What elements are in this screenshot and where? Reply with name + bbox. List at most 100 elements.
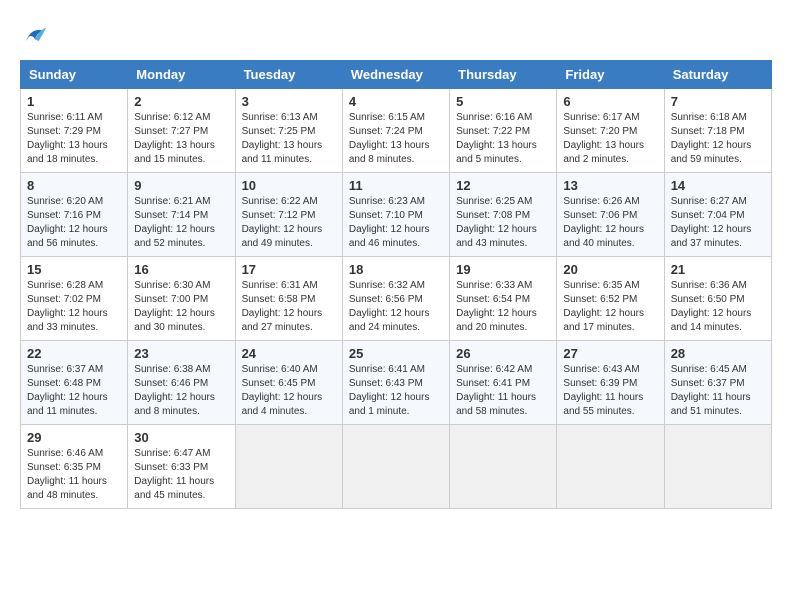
day-number: 24	[242, 346, 336, 361]
day-info: Sunrise: 6:18 AMSunset: 7:18 PMDaylight:…	[671, 111, 765, 167]
page-header	[20, 20, 772, 50]
day-number: 8	[27, 178, 121, 193]
calendar-cell: 2Sunrise: 6:12 AMSunset: 7:27 PMDaylight…	[128, 89, 235, 173]
day-number: 30	[134, 430, 228, 445]
day-number: 5	[456, 94, 550, 109]
calendar-cell	[664, 425, 771, 509]
day-number: 20	[563, 262, 657, 277]
day-number: 10	[242, 178, 336, 193]
day-info: Sunrise: 6:47 AMSunset: 6:33 PMDaylight:…	[134, 447, 228, 503]
day-info: Sunrise: 6:41 AMSunset: 6:43 PMDaylight:…	[349, 363, 443, 419]
day-number: 6	[563, 94, 657, 109]
calendar-cell: 10 Sunrise: 6:22 AMSunset: 7:12 PMDayligh…	[235, 173, 342, 257]
day-info: Sunrise: 6:26 AMSunset: 7:06 PMDaylight:…	[563, 195, 657, 251]
day-info: Sunrise: 6:21 AMSunset: 7:14 PMDaylight:…	[134, 195, 228, 251]
calendar-cell: 3 Sunrise: 6:13 AMSunset: 7:25 PMDaylight…	[235, 89, 342, 173]
logo-icon	[20, 20, 50, 50]
calendar-header-row: SundayMondayTuesdayWednesdayThursdayFrid…	[21, 61, 772, 89]
day-info: Sunrise: 6:42 AMSunset: 6:41 PMDaylight:…	[456, 363, 550, 419]
calendar-cell: 9Sunrise: 6:21 AMSunset: 7:14 PMDaylight…	[128, 173, 235, 257]
header-saturday: Saturday	[664, 61, 771, 89]
day-info: Sunrise: 6:25 AMSunset: 7:08 PMDaylight:…	[456, 195, 550, 251]
calendar-cell: 27 Sunrise: 6:43 AMSunset: 6:39 PMDayligh…	[557, 341, 664, 425]
day-number: 1	[27, 94, 121, 109]
day-number: 23	[134, 346, 228, 361]
day-info: Sunrise: 6:23 AMSunset: 7:10 PMDaylight:…	[349, 195, 443, 251]
calendar-cell: 5 Sunrise: 6:16 AMSunset: 7:22 PMDaylight…	[450, 89, 557, 173]
week-row-1: 1 Sunrise: 6:11 AMSunset: 7:29 PMDaylight…	[21, 89, 772, 173]
calendar-cell: 13 Sunrise: 6:26 AMSunset: 7:06 PMDayligh…	[557, 173, 664, 257]
calendar-cell: 1 Sunrise: 6:11 AMSunset: 7:29 PMDaylight…	[21, 89, 128, 173]
day-number: 21	[671, 262, 765, 277]
day-info: Sunrise: 6:45 AMSunset: 6:37 PMDaylight:…	[671, 363, 765, 419]
calendar-cell: 11 Sunrise: 6:23 AMSunset: 7:10 PMDayligh…	[342, 173, 449, 257]
day-info: Sunrise: 6:36 AMSunset: 6:50 PMDaylight:…	[671, 279, 765, 335]
day-info: Sunrise: 6:32 AMSunset: 6:56 PMDaylight:…	[349, 279, 443, 335]
calendar-cell: 22 Sunrise: 6:37 AMSunset: 6:48 PMDayligh…	[21, 341, 128, 425]
calendar-cell: 20 Sunrise: 6:35 AMSunset: 6:52 PMDayligh…	[557, 257, 664, 341]
calendar-cell: 12Sunrise: 6:25 AMSunset: 7:08 PMDayligh…	[450, 173, 557, 257]
calendar-cell: 15 Sunrise: 6:28 AMSunset: 7:02 PMDayligh…	[21, 257, 128, 341]
day-info: Sunrise: 6:40 AMSunset: 6:45 PMDaylight:…	[242, 363, 336, 419]
day-number: 3	[242, 94, 336, 109]
calendar-cell: 21 Sunrise: 6:36 AMSunset: 6:50 PMDayligh…	[664, 257, 771, 341]
day-number: 27	[563, 346, 657, 361]
day-info: Sunrise: 6:35 AMSunset: 6:52 PMDaylight:…	[563, 279, 657, 335]
day-number: 7	[671, 94, 765, 109]
calendar-cell: 17 Sunrise: 6:31 AMSunset: 6:58 PMDayligh…	[235, 257, 342, 341]
calendar-cell	[235, 425, 342, 509]
day-info: Sunrise: 6:12 AMSunset: 7:27 PMDaylight:…	[134, 111, 228, 167]
header-sunday: Sunday	[21, 61, 128, 89]
day-number: 18	[349, 262, 443, 277]
calendar-cell: 6 Sunrise: 6:17 AMSunset: 7:20 PMDaylight…	[557, 89, 664, 173]
day-info: Sunrise: 6:30 AMSunset: 7:00 PMDaylight:…	[134, 279, 228, 335]
calendar-cell	[450, 425, 557, 509]
day-info: Sunrise: 6:28 AMSunset: 7:02 PMDaylight:…	[27, 279, 121, 335]
day-info: Sunrise: 6:27 AMSunset: 7:04 PMDaylight:…	[671, 195, 765, 251]
day-info: Sunrise: 6:13 AMSunset: 7:25 PMDaylight:…	[242, 111, 336, 167]
week-row-2: 8 Sunrise: 6:20 AMSunset: 7:16 PMDaylight…	[21, 173, 772, 257]
day-number: 26	[456, 346, 550, 361]
day-number: 17	[242, 262, 336, 277]
calendar-cell: 25Sunrise: 6:41 AMSunset: 6:43 PMDayligh…	[342, 341, 449, 425]
calendar-cell: 26 Sunrise: 6:42 AMSunset: 6:41 PMDayligh…	[450, 341, 557, 425]
header-tuesday: Tuesday	[235, 61, 342, 89]
week-row-3: 15 Sunrise: 6:28 AMSunset: 7:02 PMDayligh…	[21, 257, 772, 341]
calendar-cell: 14 Sunrise: 6:27 AMSunset: 7:04 PMDayligh…	[664, 173, 771, 257]
day-info: Sunrise: 6:43 AMSunset: 6:39 PMDaylight:…	[563, 363, 657, 419]
day-number: 15	[27, 262, 121, 277]
day-number: 4	[349, 94, 443, 109]
day-number: 29	[27, 430, 121, 445]
header-thursday: Thursday	[450, 61, 557, 89]
header-friday: Friday	[557, 61, 664, 89]
calendar-cell: 16 Sunrise: 6:30 AMSunset: 7:00 PMDayligh…	[128, 257, 235, 341]
day-info: Sunrise: 6:37 AMSunset: 6:48 PMDaylight:…	[27, 363, 121, 419]
calendar-cell	[557, 425, 664, 509]
day-info: Sunrise: 6:38 AMSunset: 6:46 PMDaylight:…	[134, 363, 228, 419]
day-info: Sunrise: 6:46 AMSunset: 6:35 PMDaylight:…	[27, 447, 121, 503]
calendar-cell	[342, 425, 449, 509]
day-number: 14	[671, 178, 765, 193]
day-info: Sunrise: 6:11 AMSunset: 7:29 PMDaylight:…	[27, 111, 121, 167]
day-info: Sunrise: 6:20 AMSunset: 7:16 PMDaylight:…	[27, 195, 121, 251]
day-info: Sunrise: 6:31 AMSunset: 6:58 PMDaylight:…	[242, 279, 336, 335]
calendar-cell: 30 Sunrise: 6:47 AMSunset: 6:33 PMDayligh…	[128, 425, 235, 509]
day-info: Sunrise: 6:33 AMSunset: 6:54 PMDaylight:…	[456, 279, 550, 335]
day-info: Sunrise: 6:16 AMSunset: 7:22 PMDaylight:…	[456, 111, 550, 167]
week-row-5: 29 Sunrise: 6:46 AMSunset: 6:35 PMDayligh…	[21, 425, 772, 509]
day-info: Sunrise: 6:17 AMSunset: 7:20 PMDaylight:…	[563, 111, 657, 167]
header-wednesday: Wednesday	[342, 61, 449, 89]
day-number: 16	[134, 262, 228, 277]
calendar-cell: 18 Sunrise: 6:32 AMSunset: 6:56 PMDayligh…	[342, 257, 449, 341]
day-number: 11	[349, 178, 443, 193]
day-number: 13	[563, 178, 657, 193]
calendar-cell: 24 Sunrise: 6:40 AMSunset: 6:45 PMDayligh…	[235, 341, 342, 425]
calendar-cell: 19Sunrise: 6:33 AMSunset: 6:54 PMDayligh…	[450, 257, 557, 341]
calendar-table: SundayMondayTuesdayWednesdayThursdayFrid…	[20, 60, 772, 509]
header-monday: Monday	[128, 61, 235, 89]
logo	[20, 20, 54, 50]
day-number: 22	[27, 346, 121, 361]
calendar-cell: 4Sunrise: 6:15 AMSunset: 7:24 PMDaylight…	[342, 89, 449, 173]
calendar-cell: 8 Sunrise: 6:20 AMSunset: 7:16 PMDaylight…	[21, 173, 128, 257]
day-info: Sunrise: 6:22 AMSunset: 7:12 PMDaylight:…	[242, 195, 336, 251]
